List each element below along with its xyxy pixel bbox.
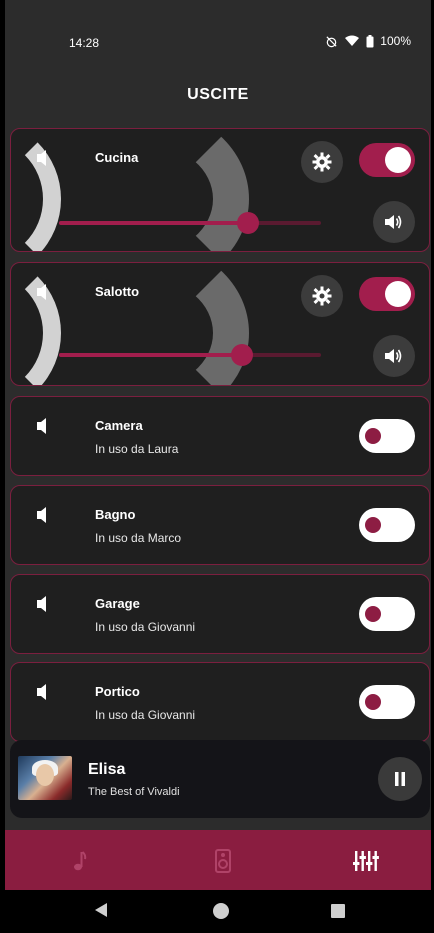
settings-button[interactable] xyxy=(301,275,343,317)
room-name: Cucina xyxy=(95,150,139,165)
pause-button[interactable] xyxy=(378,757,422,801)
decorative-arc xyxy=(49,263,249,385)
nav-speakers[interactable] xyxy=(208,848,238,874)
nav-music[interactable] xyxy=(65,848,95,874)
room-card-portico[interactable]: Portico In uso da Giovanni xyxy=(10,662,430,742)
volume-button[interactable] xyxy=(373,335,415,377)
track-album: The Best of Vivaldi xyxy=(88,786,180,798)
slider-thumb[interactable] xyxy=(231,344,254,366)
slider-fill xyxy=(59,221,248,225)
volume-button[interactable] xyxy=(373,201,415,243)
room-name: Portico xyxy=(95,684,140,699)
decorative-arc xyxy=(49,129,249,251)
room-name: Salotto xyxy=(95,284,140,299)
toggle-knob xyxy=(365,694,381,710)
status-time: 14:28 xyxy=(69,36,100,50)
room-card-bagno[interactable]: Bagno In uso da Marco xyxy=(10,485,430,565)
wifi-icon xyxy=(345,35,360,46)
speaker-icon xyxy=(37,284,46,300)
battery-icon xyxy=(366,34,374,47)
volume-slider[interactable] xyxy=(59,212,321,234)
room-toggle[interactable] xyxy=(359,685,415,719)
room-toggle[interactable] xyxy=(359,277,415,311)
home-icon[interactable] xyxy=(212,902,230,920)
room-name: Bagno xyxy=(95,507,136,522)
room-card-camera[interactable]: Camera In uso da Laura xyxy=(10,396,430,476)
room-in-use-label: In uso da Giovanni xyxy=(95,708,196,722)
speaker-icon xyxy=(37,507,46,523)
settings-button[interactable] xyxy=(301,141,343,183)
volume-slider[interactable] xyxy=(59,344,321,366)
bottom-navigation xyxy=(5,830,431,890)
toggle-knob xyxy=(385,281,411,307)
mini-player[interactable]: Elisa The Best of Vivaldi xyxy=(10,740,430,818)
volume-icon xyxy=(385,349,402,363)
room-in-use-label: In uso da Giovanni xyxy=(95,620,196,634)
toggle-knob xyxy=(365,606,381,622)
room-toggle[interactable] xyxy=(359,597,415,631)
speaker-device-icon xyxy=(215,849,231,873)
alarm-off-icon xyxy=(326,35,337,47)
gear-icon xyxy=(312,286,332,306)
room-in-use-label: In uso da Marco xyxy=(95,531,182,545)
slider-fill xyxy=(59,353,243,357)
volume-icon xyxy=(385,215,402,229)
speaker-icon xyxy=(37,684,46,700)
nav-outputs[interactable] xyxy=(351,848,381,874)
speaker-icon xyxy=(37,418,46,434)
back-icon[interactable] xyxy=(94,902,108,918)
speaker-icon xyxy=(37,150,46,166)
status-icons: 100% xyxy=(325,34,411,48)
music-note-icon xyxy=(74,851,87,871)
equalizer-icon xyxy=(353,851,379,871)
recents-icon[interactable] xyxy=(331,904,345,918)
album-art xyxy=(18,756,72,800)
room-card-cucina[interactable]: Cucina xyxy=(10,128,430,252)
pause-icon xyxy=(395,772,405,786)
room-toggle[interactable] xyxy=(359,508,415,542)
toggle-knob xyxy=(385,147,411,173)
room-toggle[interactable] xyxy=(359,419,415,453)
page-title: USCITE xyxy=(187,86,249,103)
room-card-salotto[interactable]: Salotto xyxy=(10,262,430,386)
battery-level: 100% xyxy=(380,34,411,48)
album-art-face xyxy=(36,764,54,786)
slider-thumb[interactable] xyxy=(236,212,259,234)
gear-icon xyxy=(312,152,332,172)
room-card-garage[interactable]: Garage In uso da Giovanni xyxy=(10,574,430,654)
room-in-use-label: In uso da Laura xyxy=(95,442,179,456)
system-navigation-bar xyxy=(5,890,431,933)
room-name: Camera xyxy=(95,418,143,433)
room-name: Garage xyxy=(95,596,140,611)
track-title: Elisa xyxy=(88,761,126,778)
app-screen: 14:28 100% USCITE Cucina Salotto Camera … xyxy=(5,0,431,933)
toggle-knob xyxy=(365,428,381,444)
toggle-knob xyxy=(365,517,381,533)
status-bar: 14:28 100% xyxy=(5,0,431,78)
room-toggle[interactable] xyxy=(359,143,415,177)
speaker-icon xyxy=(37,596,46,612)
